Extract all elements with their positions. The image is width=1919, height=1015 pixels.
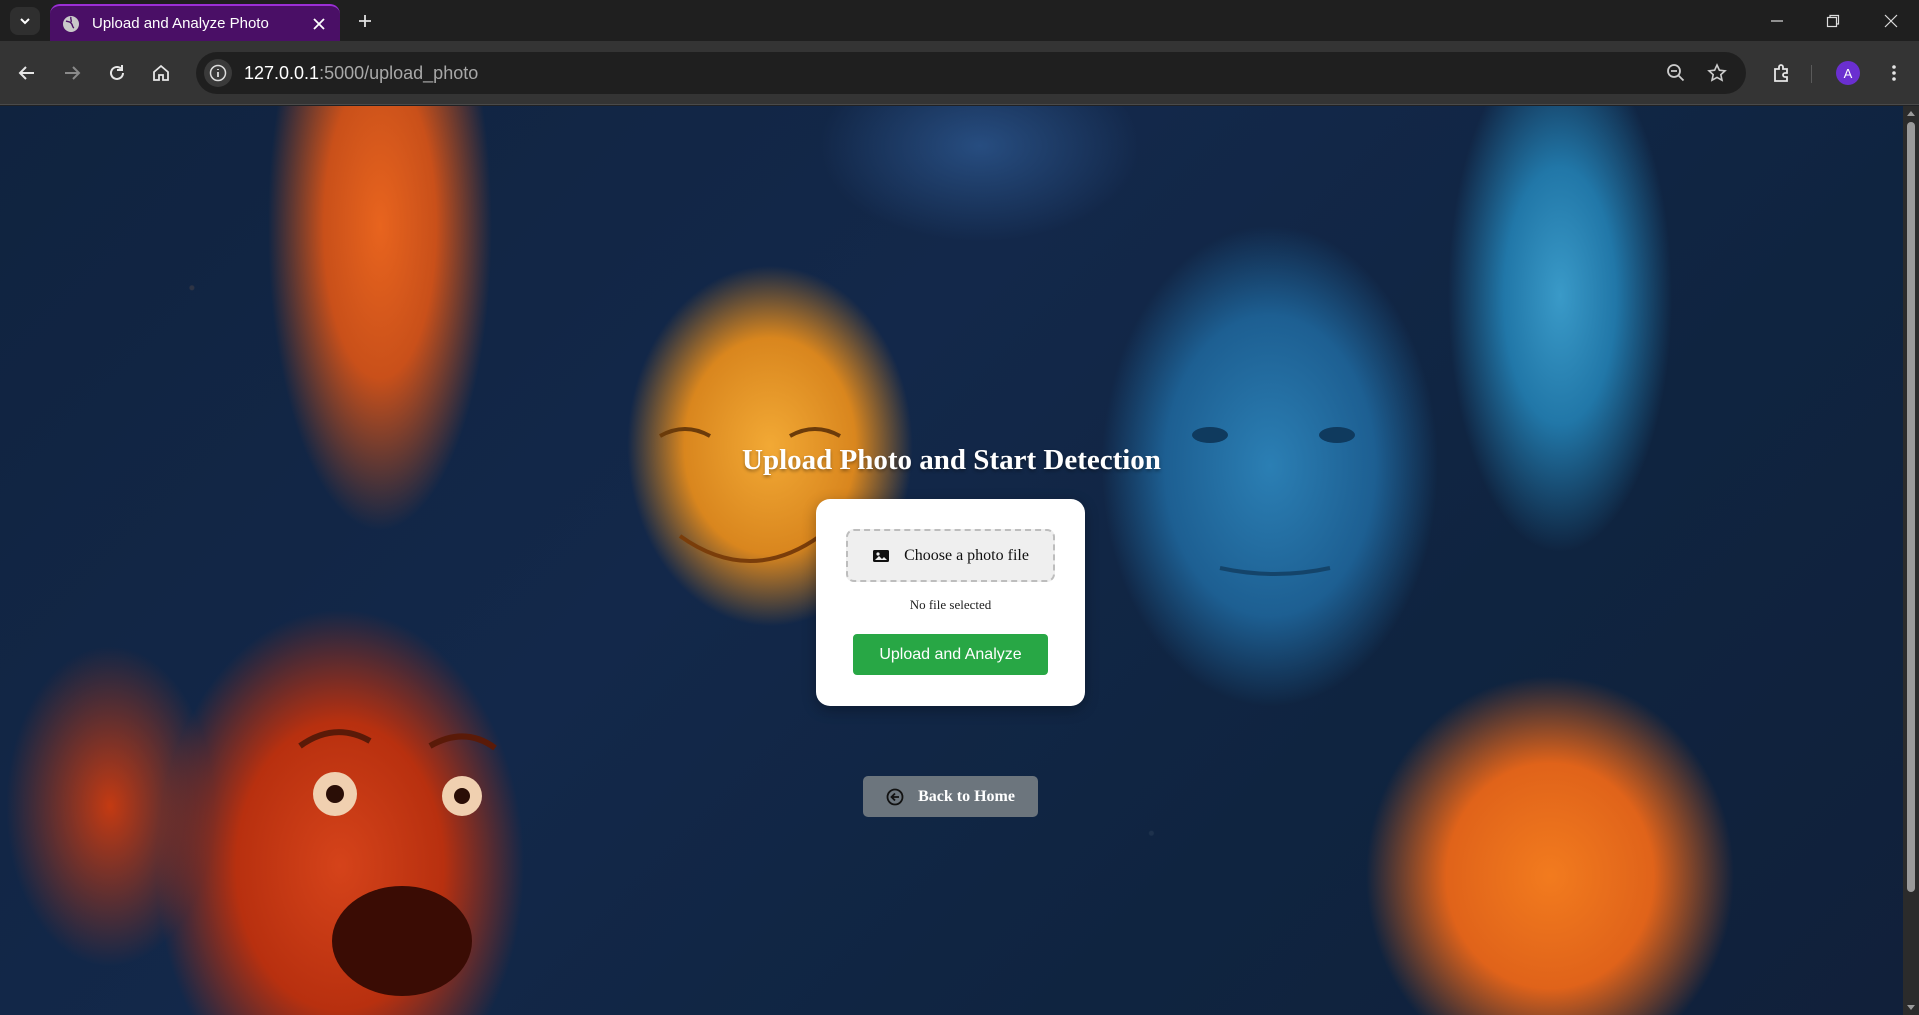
upload-and-analyze-button[interactable]: Upload and Analyze	[853, 634, 1048, 675]
image-icon	[873, 549, 890, 562]
toolbar-divider	[1811, 65, 1812, 83]
arrow-left-icon	[18, 66, 34, 80]
restore-button[interactable]	[1805, 0, 1861, 41]
plus-icon	[359, 15, 371, 27]
upload-form-card: Choose a photo file No file selected Upl…	[816, 499, 1085, 706]
site-info-button[interactable]	[204, 59, 232, 87]
vertical-scrollbar[interactable]	[1903, 106, 1919, 1015]
reload-icon	[110, 65, 124, 80]
chevron-down-icon	[20, 18, 30, 25]
kebab-menu-icon	[1892, 65, 1896, 81]
star-icon	[1707, 63, 1727, 82]
home-icon	[153, 64, 169, 81]
back-to-home-button[interactable]: Back to Home	[863, 776, 1038, 817]
close-icon[interactable]	[310, 15, 328, 33]
tab-strip: Upload and Analyze Photo	[0, 0, 1919, 41]
zoom-button[interactable]	[1662, 59, 1690, 87]
tab-title: Upload and Analyze Photo	[92, 15, 269, 32]
reload-button[interactable]	[101, 57, 133, 89]
file-status-text: No file selected	[909, 597, 992, 612]
avatar: A	[1836, 61, 1860, 85]
profile-button[interactable]: A	[1832, 57, 1864, 89]
browser-toolbar: 127.0.0.1:5000/upload_photo A	[0, 41, 1919, 105]
zoom-out-icon	[1667, 64, 1685, 82]
close-icon	[1884, 14, 1898, 27]
address-bar[interactable]: 127.0.0.1:5000/upload_photo	[196, 52, 1746, 94]
active-tab[interactable]: Upload and Analyze Photo	[50, 4, 340, 41]
url-text: 127.0.0.1:5000/upload_photo	[244, 63, 478, 84]
scroll-up-icon[interactable]	[1906, 109, 1916, 119]
page-title: Upload Photo and Start Detection	[742, 444, 1161, 476]
choose-file-button[interactable]: Choose a photo file	[846, 529, 1055, 582]
url-host: 127.0.0.1	[244, 62, 320, 83]
browser-menu-button[interactable]	[1878, 57, 1910, 89]
circle-arrow-left-icon	[886, 788, 904, 805]
close-window-button[interactable]	[1863, 0, 1919, 41]
page-viewport: Upload Photo and Start Detection Choose …	[0, 106, 1919, 1015]
minimize-icon	[1771, 19, 1783, 22]
extensions-button[interactable]	[1766, 57, 1798, 89]
home-button[interactable]	[145, 57, 177, 89]
url-path: :5000/upload_photo	[319, 62, 479, 83]
restore-icon	[1826, 14, 1840, 27]
tab-search-button[interactable]	[10, 7, 40, 35]
forward-button[interactable]	[56, 57, 88, 89]
bookmark-button[interactable]	[1703, 59, 1731, 87]
scroll-down-icon[interactable]	[1906, 1002, 1916, 1012]
minimize-button[interactable]	[1749, 0, 1805, 41]
back-to-home-label: Back to Home	[918, 787, 1015, 805]
arrow-right-icon	[65, 66, 81, 80]
puzzle-icon	[1774, 64, 1788, 82]
scrollbar-thumb[interactable]	[1907, 122, 1915, 892]
back-button[interactable]	[11, 57, 43, 89]
choose-file-label: Choose a photo file	[904, 546, 1029, 564]
globe-icon	[63, 15, 79, 32]
new-tab-button[interactable]	[350, 8, 380, 34]
info-icon	[209, 64, 227, 82]
